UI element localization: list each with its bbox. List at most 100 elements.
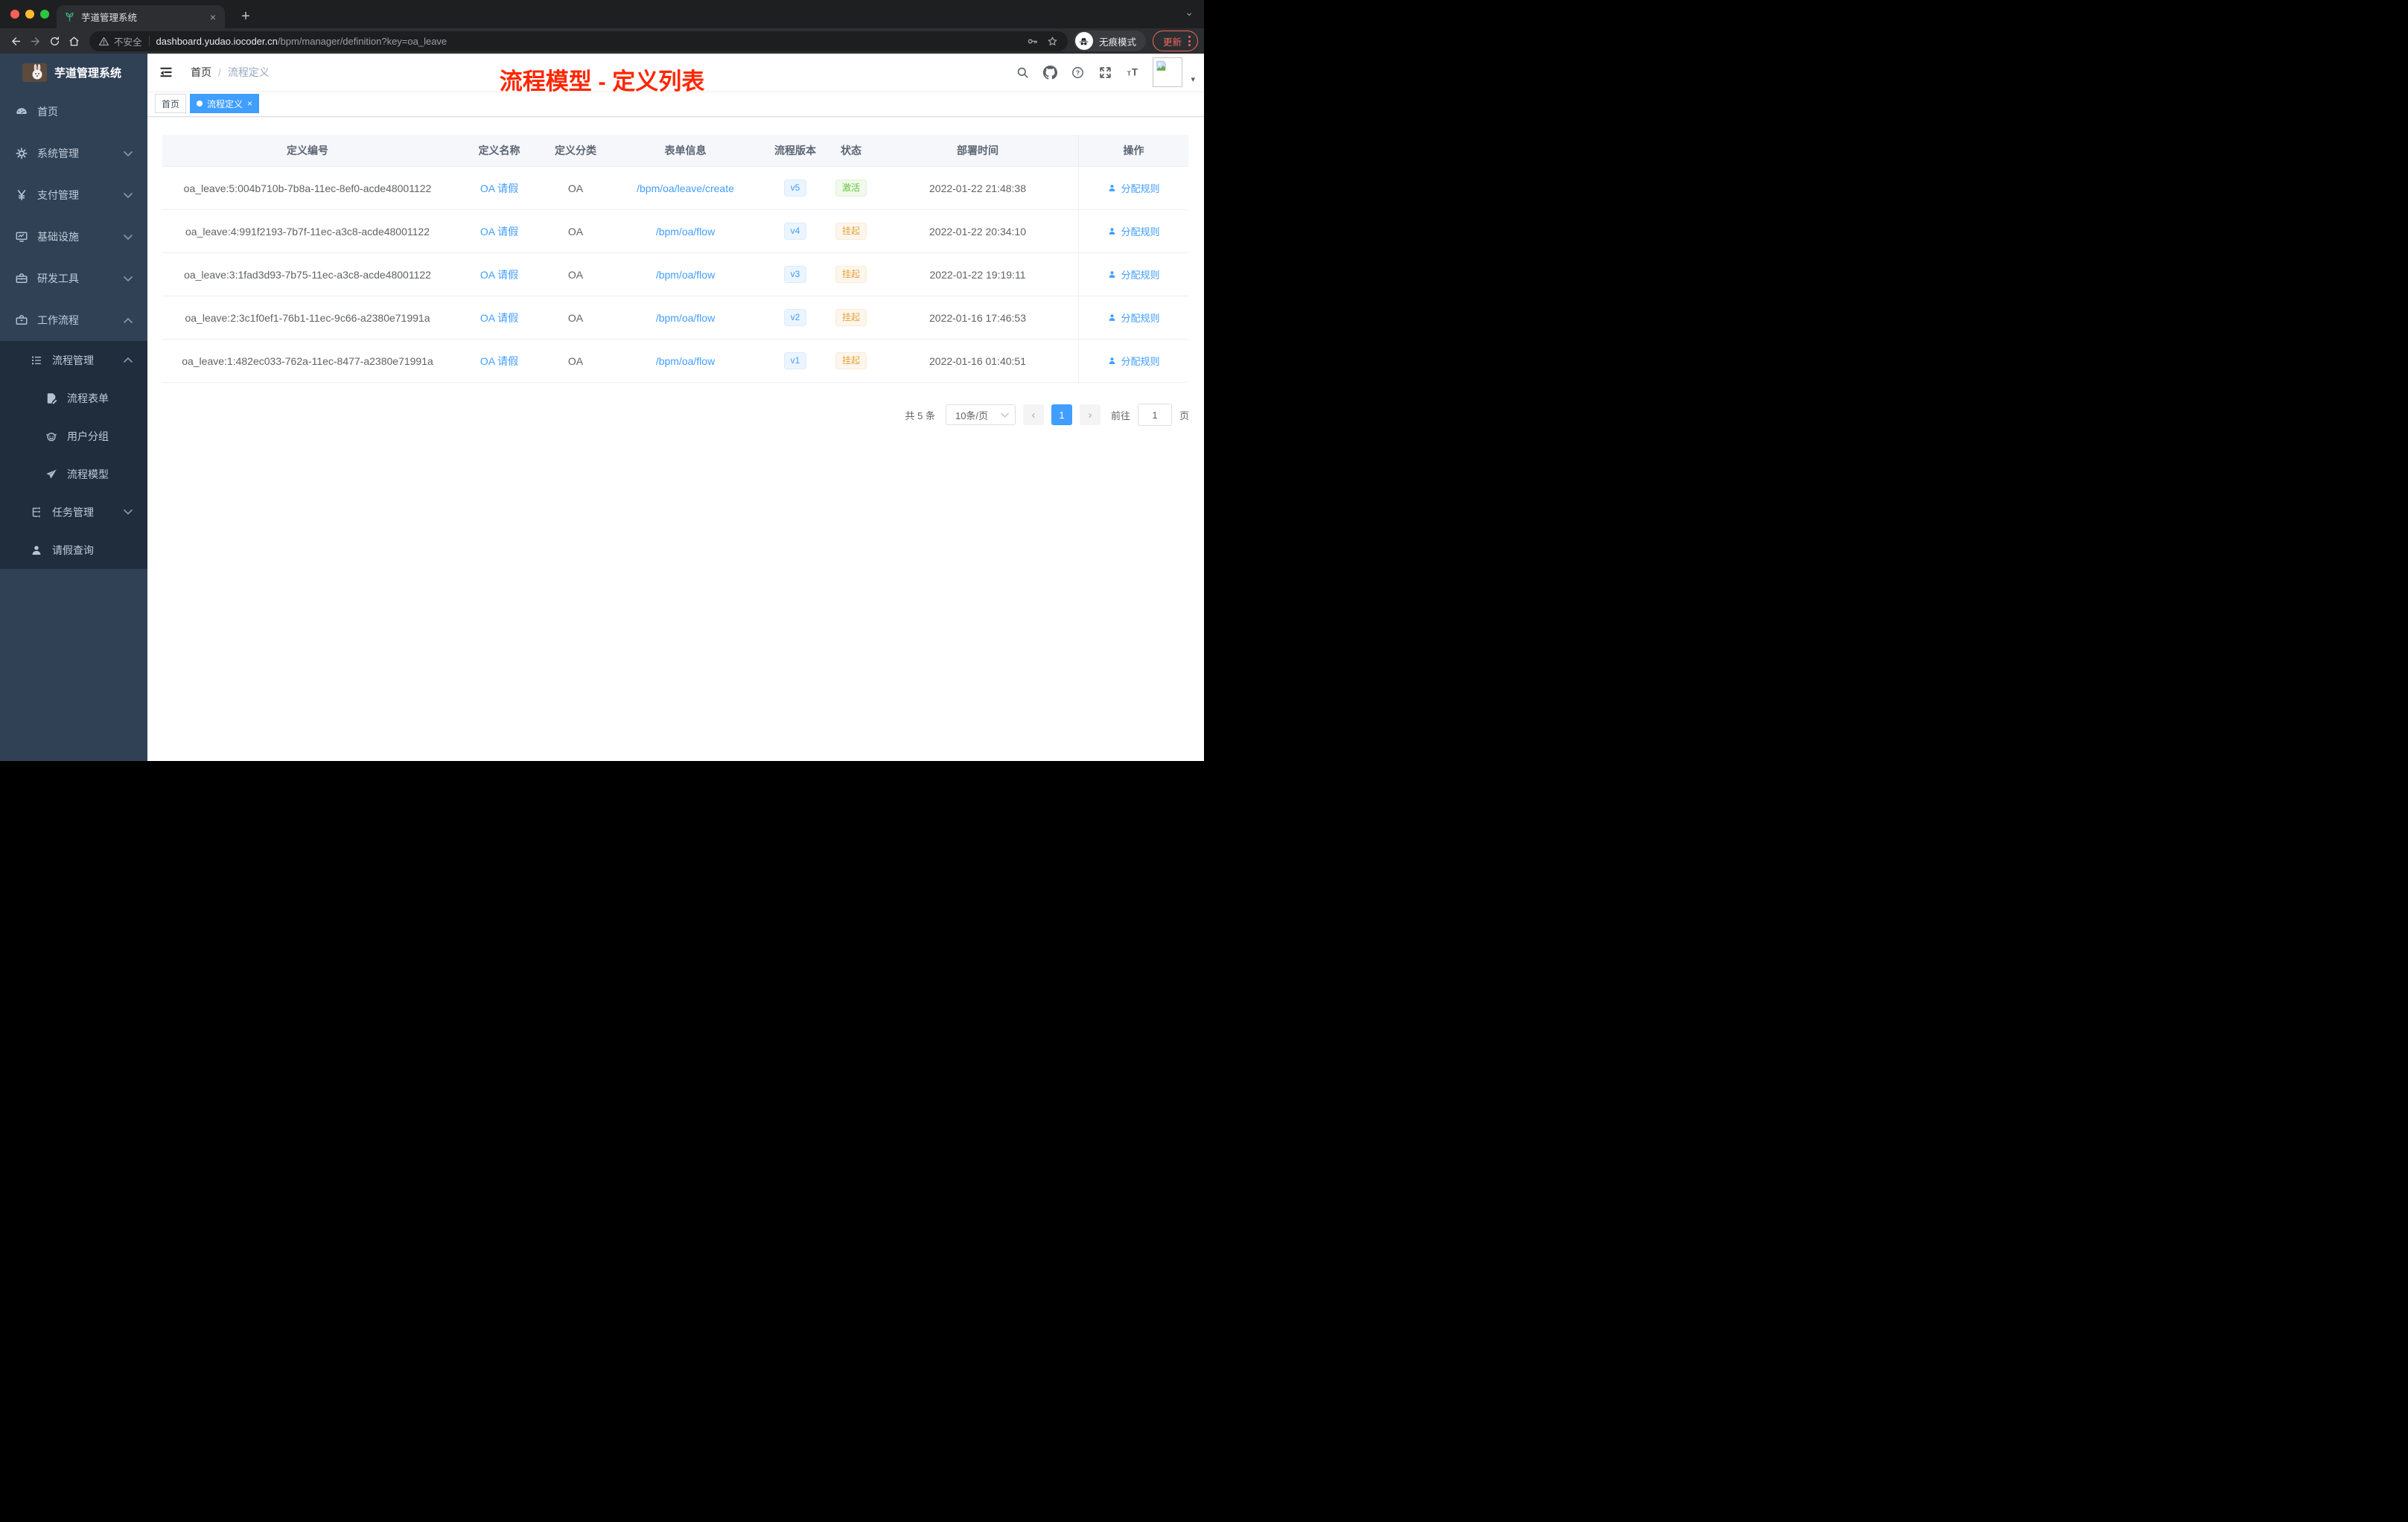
browser-tab[interactable]: 芋道管理系统 × bbox=[57, 5, 225, 28]
definition-name-link[interactable]: OA 请假 bbox=[480, 182, 518, 194]
assign-rule-link[interactable]: 分配规则 bbox=[1107, 354, 1160, 368]
app: 芋道管理系统 首页 系统管理 支付管理 基础设施 研发工具 工作流程 流程管理 流程表单 用户分… bbox=[0, 54, 1204, 761]
sidebar-item-robot[interactable]: 用户分组 bbox=[0, 417, 147, 455]
browser-tab-strip: 芋道管理系统 × + ⌄ bbox=[0, 0, 1204, 28]
column-header-actions: 操作 bbox=[1078, 135, 1188, 166]
assign-user-icon bbox=[1107, 313, 1117, 322]
version-badge: v2 bbox=[783, 309, 807, 326]
home-icon[interactable] bbox=[64, 31, 83, 51]
assign-rule-link[interactable]: 分配规则 bbox=[1107, 224, 1160, 238]
fullscreen-icon[interactable] bbox=[1098, 65, 1112, 80]
definition-name-cell: OA 请假 bbox=[453, 311, 546, 325]
close-window-button[interactable] bbox=[10, 10, 19, 19]
sidebar-item-tree[interactable]: 任务管理 bbox=[0, 493, 147, 531]
chevron-up-icon bbox=[124, 357, 133, 363]
sidebar-item-dashboard[interactable]: 首页 bbox=[0, 91, 147, 133]
assign-rule-link[interactable]: 分配规则 bbox=[1107, 311, 1160, 325]
brand-logo-rabbit-image bbox=[22, 63, 47, 82]
definition-name-link[interactable]: OA 请假 bbox=[480, 355, 518, 367]
status-badge: 激活 bbox=[835, 179, 867, 197]
github-icon[interactable] bbox=[1042, 65, 1057, 80]
security-label[interactable]: 不安全 bbox=[114, 34, 142, 48]
search-icon[interactable] bbox=[1015, 65, 1030, 80]
form-link[interactable]: /bpm/oa/flow bbox=[656, 312, 715, 324]
actions-cell: 分配规则 bbox=[1078, 340, 1188, 382]
form-link[interactable]: /bpm/oa/leave/create bbox=[637, 182, 734, 194]
status-badge: 挂起 bbox=[835, 352, 867, 369]
version-badge: v1 bbox=[783, 352, 807, 369]
new-tab-button[interactable]: + bbox=[235, 6, 256, 27]
tag-home[interactable]: 首页 bbox=[155, 94, 187, 113]
definition-name-link[interactable]: OA 请假 bbox=[480, 269, 518, 281]
yen-icon bbox=[15, 188, 28, 202]
page-size-select[interactable]: 10条/页 bbox=[945, 404, 1016, 425]
sidebar-item-toolbox[interactable]: 研发工具 bbox=[0, 258, 147, 299]
font-size-icon[interactable]: TT bbox=[1125, 65, 1140, 80]
help-icon[interactable]: ? bbox=[1070, 65, 1085, 80]
zoom-window-button[interactable] bbox=[40, 10, 49, 19]
assign-rule-link[interactable]: 分配规则 bbox=[1107, 267, 1160, 281]
sidebar-item-label: 首页 bbox=[37, 106, 58, 118]
definition-name-link[interactable]: OA 请假 bbox=[480, 226, 518, 238]
hamburger-icon[interactable] bbox=[147, 65, 185, 80]
url-text[interactable]: dashboard.yudao.iocoder.cn/bpm/manager/d… bbox=[156, 36, 1019, 47]
sidebar-item-yen[interactable]: 支付管理 bbox=[0, 174, 147, 216]
version-cell: v4 bbox=[765, 223, 825, 240]
sidebar-item-list[interactable]: 流程管理 bbox=[0, 341, 147, 379]
table-row: oa_leave:5:004b710b-7b8a-11ec-8ef0-acde4… bbox=[162, 167, 1188, 210]
breadcrumb-home[interactable]: 首页 bbox=[191, 65, 211, 80]
status-cell: 挂起 bbox=[825, 223, 877, 240]
sidebar-item-label: 基础设施 bbox=[37, 231, 79, 243]
sidebar-item-briefcase[interactable]: 工作流程 bbox=[0, 299, 147, 341]
definition-id: oa_leave:3:1fad3d93-7b75-11ec-a3c8-acde4… bbox=[184, 268, 431, 281]
form-link[interactable]: /bpm/oa/flow bbox=[656, 355, 715, 367]
column-header: 流程版本 bbox=[774, 144, 816, 156]
form-link[interactable]: /bpm/oa/flow bbox=[656, 226, 715, 238]
tree-icon bbox=[30, 506, 43, 519]
minimize-window-button[interactable] bbox=[25, 10, 34, 19]
not-secure-warning-icon[interactable] bbox=[98, 36, 109, 47]
svg-text:?: ? bbox=[1076, 69, 1080, 76]
next-page-button[interactable]: › bbox=[1079, 404, 1101, 425]
address-bar[interactable]: 不安全 dashboard.yudao.iocoder.cn/bpm/manag… bbox=[89, 31, 1068, 51]
definition-name-link[interactable]: OA 请假 bbox=[480, 312, 518, 324]
back-icon[interactable] bbox=[6, 31, 25, 51]
goto-page-input[interactable] bbox=[1137, 404, 1172, 426]
url-path: /bpm/manager/definition?key=oa_leave bbox=[277, 35, 447, 47]
pagination-total: 共 5 条 bbox=[905, 410, 935, 421]
prev-page-button[interactable]: ‹ bbox=[1022, 404, 1044, 425]
tag-close-icon[interactable]: × bbox=[247, 99, 252, 108]
assign-rule-link[interactable]: 分配规则 bbox=[1107, 181, 1160, 195]
sidebar-item-monitor[interactable]: 基础设施 bbox=[0, 216, 147, 258]
browser-menu-icon[interactable] bbox=[1188, 36, 1191, 46]
sidebar-item-gear[interactable]: 系统管理 bbox=[0, 133, 147, 174]
status-cell: 挂起 bbox=[825, 266, 877, 283]
sidebar-item-form[interactable]: 流程表单 bbox=[0, 379, 147, 417]
tag-label: 首页 bbox=[162, 98, 180, 109]
sidebar-item-paper-plane[interactable]: 流程模型 bbox=[0, 455, 147, 493]
svg-text:T: T bbox=[1127, 69, 1132, 77]
gear-icon bbox=[15, 147, 28, 160]
chevron-down-icon bbox=[124, 192, 133, 198]
form-info-cell: /bpm/oa/flow bbox=[605, 226, 765, 238]
tab-search-chevron-icon[interactable]: ⌄ bbox=[1185, 6, 1194, 19]
tag-process-definition[interactable]: 流程定义 × bbox=[190, 94, 260, 113]
avatar-caret-down-icon[interactable]: ▾ bbox=[1191, 74, 1195, 84]
browser-update-button[interactable]: 更新 bbox=[1152, 31, 1198, 51]
password-key-icon[interactable] bbox=[1026, 35, 1039, 48]
status-badge: 挂起 bbox=[835, 223, 867, 240]
tab-close-icon[interactable]: × bbox=[208, 11, 217, 23]
version-cell: v5 bbox=[765, 179, 825, 197]
forward-icon[interactable] bbox=[25, 31, 45, 51]
form-link[interactable]: /bpm/oa/flow bbox=[656, 269, 715, 281]
sidebar-item-user[interactable]: 请假查询 bbox=[0, 531, 147, 569]
browser-tab-title: 芋道管理系统 bbox=[81, 13, 138, 23]
sidebar: 芋道管理系统 首页 系统管理 支付管理 基础设施 研发工具 工作流程 流程管理 流程表单 用户分… bbox=[0, 54, 147, 761]
column-header: 状态 bbox=[841, 144, 861, 156]
current-page-button[interactable]: 1 bbox=[1051, 404, 1072, 425]
definition-category: OA bbox=[567, 311, 584, 324]
reload-icon[interactable] bbox=[45, 31, 64, 51]
column-header: 部署时间 bbox=[957, 144, 998, 156]
avatar[interactable] bbox=[1153, 57, 1183, 87]
bookmark-star-icon[interactable] bbox=[1046, 35, 1059, 48]
